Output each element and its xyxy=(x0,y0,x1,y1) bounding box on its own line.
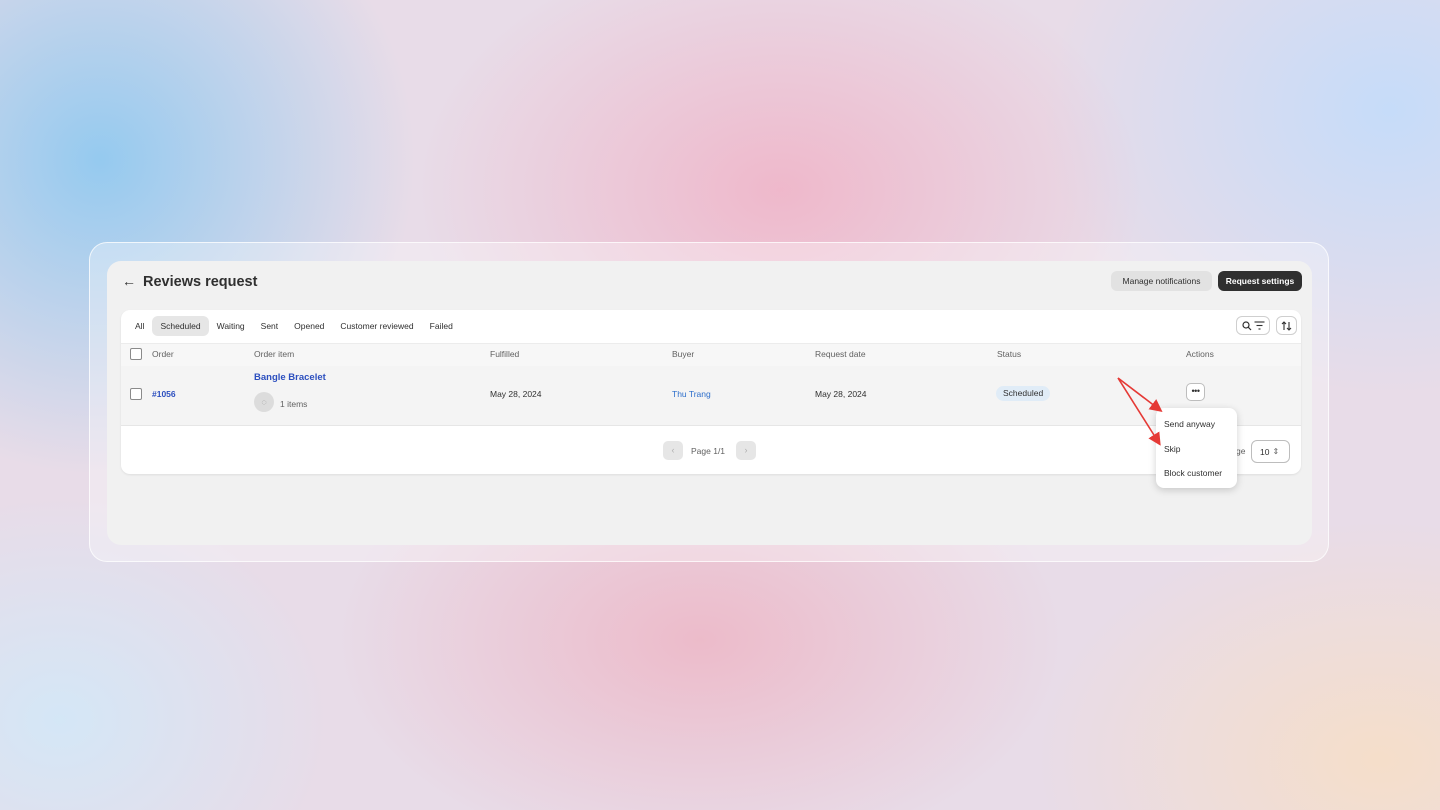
per-page-label: ge xyxy=(1236,446,1246,456)
status-badge: Scheduled xyxy=(996,386,1051,401)
buyer-link[interactable]: Thu Trang xyxy=(672,389,711,399)
per-page-value: 10 xyxy=(1260,446,1270,457)
menu-item-block-customer[interactable]: Block customer xyxy=(1164,468,1222,478)
sort-icon xyxy=(1281,320,1292,331)
request-date: May 28, 2024 xyxy=(815,389,867,399)
tab-customer-reviewed[interactable]: Customer reviewed xyxy=(332,316,421,336)
column-header-status: Status xyxy=(997,349,1022,359)
chevron-right-icon: › xyxy=(744,445,748,455)
per-page-select[interactable]: 10 ⇕ xyxy=(1251,440,1290,463)
status-tabs: All Scheduled Waiting Sent Opened Custom… xyxy=(127,316,461,336)
column-header-actions: Actions xyxy=(1186,349,1214,359)
row-actions-menu: Send anyway Skip Block customer xyxy=(1156,408,1237,488)
item-count: 1 items xyxy=(280,399,308,409)
previous-page-button[interactable]: ‹ xyxy=(663,441,683,460)
select-arrows-icon: ⇕ xyxy=(1272,447,1280,456)
chevron-left-icon: ‹ xyxy=(671,445,675,455)
search-filter-button[interactable] xyxy=(1236,316,1270,335)
column-header-fulfilled: Fulfilled xyxy=(490,349,520,359)
next-page-button[interactable]: › xyxy=(736,441,756,460)
page-indicator: Page 1/1 xyxy=(691,446,726,456)
more-horizontal-icon: ••• xyxy=(1191,386,1200,396)
row-checkbox[interactable] xyxy=(130,388,142,400)
product-thumbnail: ◌ xyxy=(254,392,274,412)
row-actions-button[interactable]: ••• xyxy=(1186,383,1205,401)
page-title: Reviews request xyxy=(143,274,258,290)
order-number-link[interactable]: #1056 xyxy=(152,389,176,399)
search-icon xyxy=(1241,320,1251,330)
column-header-buyer: Buyer xyxy=(672,349,695,359)
tab-failed[interactable]: Failed xyxy=(422,316,461,336)
column-header-order-item: Order item xyxy=(254,349,295,359)
column-header-order[interactable]: Order xyxy=(152,349,174,359)
filter-icon xyxy=(1254,321,1264,330)
column-header-request-date: Request date xyxy=(815,349,866,359)
menu-item-skip[interactable]: Skip xyxy=(1164,444,1181,454)
select-all-checkbox[interactable] xyxy=(130,348,142,360)
image-placeholder-icon: ◌ xyxy=(261,397,267,407)
back-arrow-icon[interactable]: ← xyxy=(122,273,136,289)
fulfilled-date: May 28, 2024 xyxy=(490,389,542,399)
tab-sent[interactable]: Sent xyxy=(253,316,287,336)
request-settings-button[interactable]: Request settings xyxy=(1218,271,1302,291)
tab-scheduled[interactable]: Scheduled xyxy=(152,316,209,336)
tab-all[interactable]: All xyxy=(127,316,152,336)
tab-waiting[interactable]: Waiting xyxy=(209,316,253,336)
manage-notifications-button[interactable]: Manage notifications xyxy=(1111,271,1212,291)
tab-opened[interactable]: Opened xyxy=(286,316,332,336)
product-name-link[interactable]: Bangle Bracelet xyxy=(254,373,326,383)
menu-item-send-anyway[interactable]: Send anyway xyxy=(1164,419,1215,429)
sort-button[interactable] xyxy=(1276,316,1297,335)
table-header-row xyxy=(121,343,1301,367)
